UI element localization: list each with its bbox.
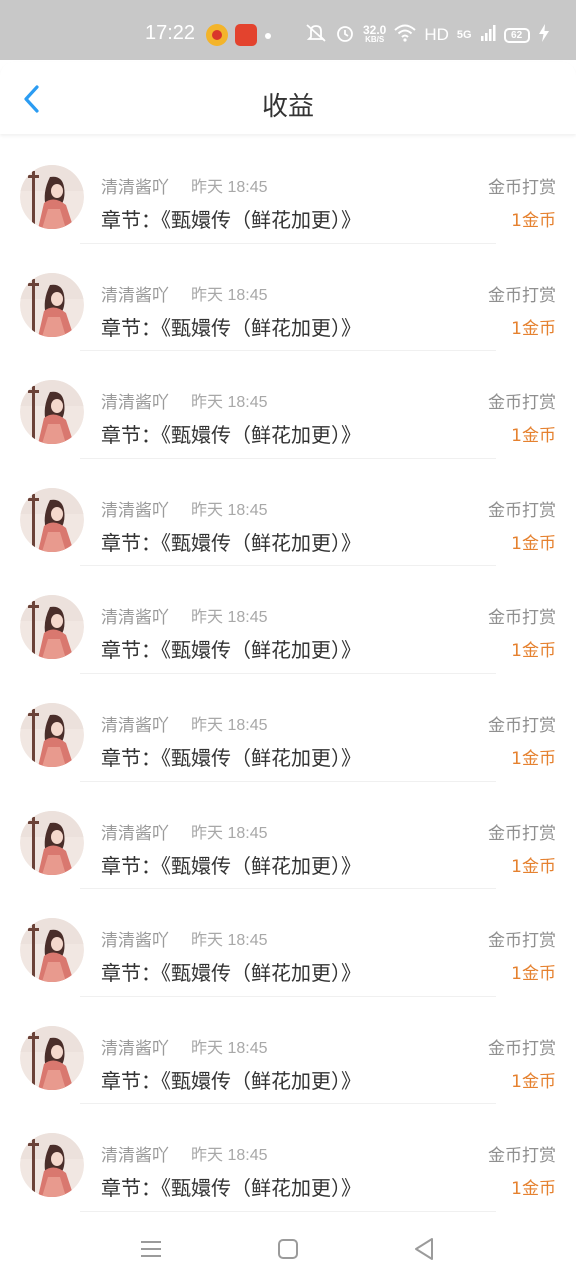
list-item[interactable]: 清清酱吖 昨天 18:45 章节：《甄嬛传（鲜花加更）》 金币打赏 1金币 (0, 244, 576, 352)
reward-amount: 1金币 (511, 856, 556, 877)
chapter-title: 章节：《甄嬛传（鲜花加更）》 (101, 853, 361, 878)
record-time: 昨天 18:45 (191, 501, 268, 519)
chapter-title: 章节：《甄嬛传（鲜花加更）》 (101, 1176, 361, 1201)
app-icon (235, 24, 257, 46)
system-nav-bar (0, 1218, 576, 1280)
chapter-title: 章节：《甄嬛传（鲜花加更）》 (101, 638, 361, 663)
list-item[interactable]: 清清酱吖 昨天 18:45 章节：《甄嬛传（鲜花加更）》 金币打赏 1金币 (0, 351, 576, 459)
earnings-list: 清清酱吖 昨天 18:45 章节：《甄嬛传（鲜花加更）》 金币打赏 1金币 清清… (0, 136, 576, 1212)
reward-amount: 1金币 (511, 1071, 556, 1092)
avatar (20, 810, 84, 875)
network-type: 5G (456, 29, 472, 41)
app-header: 收益 (0, 62, 576, 134)
battery-icon: 62 (503, 27, 530, 43)
reward-type: 金币打赏 (488, 393, 556, 414)
reward-amount: 1金币 (511, 748, 556, 769)
reward-amount: 1金币 (511, 211, 556, 231)
mute-icon (305, 23, 327, 48)
list-item[interactable]: 清清酱吖 昨天 18:45 章节：《甄嬛传（鲜花加更）》 金币打赏 1金币 (0, 889, 576, 997)
reward-amount: 1金币 (511, 641, 556, 662)
back-triangle-icon[interactable] (411, 1236, 437, 1262)
notification-dot-icon (265, 33, 271, 39)
charging-icon (538, 24, 550, 46)
chapter-title: 章节：《甄嬛传（鲜花加更）》 (101, 745, 361, 770)
hd-indicator: HD (424, 25, 449, 44)
avatar (20, 595, 84, 660)
list-item[interactable]: 清清酱吖 昨天 18:45 章节：《甄嬛传（鲜花加更）》 金币打赏 1金币 (0, 566, 576, 674)
reward-amount: 1金币 (511, 426, 556, 447)
sender-name: 清清酱吖 (101, 823, 169, 844)
network-speed: 32.0 KB/S (363, 23, 387, 45)
wifi-icon (394, 24, 417, 47)
reward-amount: 1金币 (511, 533, 556, 554)
sender-name: 清清酱吖 (101, 931, 169, 952)
avatar (20, 1025, 84, 1090)
sender-name: 清清酱吖 (101, 608, 169, 629)
sender-name: 清清酱吖 (101, 285, 169, 306)
list-item[interactable]: 清清酱吖 昨天 18:45 章节：《甄嬛传（鲜花加更）》 金币打赏 1金币 (0, 1104, 576, 1212)
list-item[interactable]: 清清酱吖 昨天 18:45 章节：《甄嬛传（鲜花加更）》 金币打赏 1金币 (0, 136, 576, 244)
reward-amount: 1金币 (511, 964, 556, 985)
record-time: 昨天 18:45 (191, 286, 268, 304)
reward-amount: 1金币 (511, 318, 556, 339)
chapter-title: 章节：《甄嬛传（鲜花加更）》 (101, 423, 361, 448)
record-time: 昨天 18:45 (191, 716, 268, 734)
chapter-title: 章节：《甄嬛传（鲜花加更）》 (101, 1068, 361, 1093)
network-speed-value: 32.0 (363, 23, 387, 37)
page-title: 收益 (261, 92, 314, 122)
avatar (20, 702, 84, 767)
alarm-icon (335, 23, 355, 48)
menu-icon[interactable] (138, 1236, 164, 1262)
avatar (20, 272, 84, 337)
signal-icon (480, 24, 496, 47)
sender-name: 清清酱吖 (101, 1146, 169, 1167)
sender-name: 清清酱吖 (101, 715, 169, 736)
list-item[interactable]: 清清酱吖 昨天 18:45 章节：《甄嬛传（鲜花加更）》 金币打赏 1金币 (0, 674, 576, 782)
list-item[interactable]: 清清酱吖 昨天 18:45 章节：《甄嬛传（鲜花加更）》 金币打赏 1金币 (0, 782, 576, 890)
reward-type: 金币打赏 (488, 1146, 556, 1167)
reward-type: 金币打赏 (488, 823, 556, 844)
sender-name: 清清酱吖 (101, 178, 169, 198)
record-time: 昨天 18:45 (191, 179, 268, 196)
record-time: 昨天 18:45 (191, 1147, 268, 1165)
record-time: 昨天 18:45 (191, 609, 268, 627)
chapter-title: 章节：《甄嬛传（鲜花加更）》 (101, 208, 361, 232)
network-speed-unit: KB/S (365, 35, 385, 44)
sender-name: 清清酱吖 (101, 500, 169, 521)
reward-type: 金币打赏 (488, 715, 556, 736)
list-item[interactable]: 清清酱吖 昨天 18:45 章节：《甄嬛传（鲜花加更）》 金币打赏 1金币 (0, 997, 576, 1105)
reward-amount: 1金币 (511, 1179, 556, 1200)
avatar (20, 1133, 84, 1198)
status-bar: 17:22 32.0 KB/S HD 5G 62 (0, 0, 576, 60)
record-time: 昨天 18:45 (191, 1039, 268, 1057)
reward-type: 金币打赏 (488, 1038, 556, 1059)
avatar (20, 487, 84, 552)
chapter-title: 章节：《甄嬛传（鲜花加更）》 (101, 530, 361, 555)
record-time: 昨天 18:45 (191, 824, 268, 842)
list-item[interactable]: 清清酱吖 昨天 18:45 章节：《甄嬛传（鲜花加更）》 金币打赏 1金币 (0, 459, 576, 567)
reward-type: 金币打赏 (488, 608, 556, 629)
chapter-title: 章节：《甄嬛传（鲜花加更）》 (101, 315, 361, 340)
status-indicators: 32.0 KB/S HD 5G 62 (305, 22, 550, 48)
record-time: 昨天 18:45 (191, 394, 268, 412)
avatar (20, 380, 84, 445)
avatar (20, 918, 84, 983)
reward-type: 金币打赏 (488, 178, 556, 198)
home-square-icon[interactable] (275, 1236, 301, 1262)
chapter-title: 章节：《甄嬛传（鲜花加更）》 (101, 961, 361, 986)
reward-type: 金币打赏 (488, 285, 556, 306)
sender-name: 清清酱吖 (101, 393, 169, 414)
sender-name: 清清酱吖 (101, 1038, 169, 1059)
avatar (20, 165, 84, 229)
weibo-icon (206, 24, 228, 46)
reward-type: 金币打赏 (488, 500, 556, 521)
status-time: 17:22 (145, 22, 196, 44)
record-time: 昨天 18:45 (191, 932, 268, 950)
reward-type: 金币打赏 (488, 931, 556, 952)
